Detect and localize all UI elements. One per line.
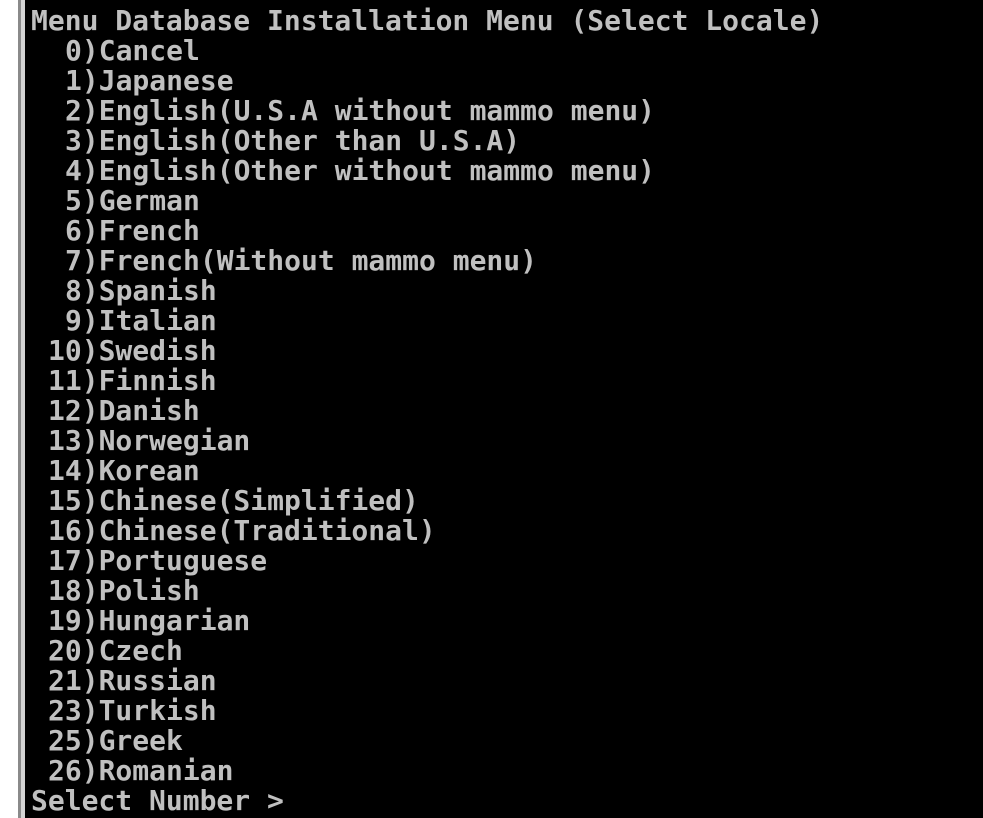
menu-option-18: 18)Polish xyxy=(48,574,200,607)
menu-option-20: 20)Czech xyxy=(48,634,183,667)
menu-title: Menu Database Installation Menu (Select … xyxy=(31,4,824,37)
menu-option-3: 3)English(Other than U.S.A) xyxy=(65,124,521,157)
menu-option-23: 23)Turkish xyxy=(48,694,217,727)
menu-option-6: 6)French xyxy=(65,214,200,247)
input-prompt-row[interactable]: Select Number > xyxy=(31,786,983,816)
menu-option-19: 19)Hungarian xyxy=(48,604,251,637)
window-left-border xyxy=(0,0,28,818)
select-number-prompt: Select Number > xyxy=(31,784,284,817)
menu-option-7: 7)French(Without mammo menu) xyxy=(65,244,538,277)
menu-option-10: 10)Swedish xyxy=(48,334,217,367)
menu-option-14: 14)Korean xyxy=(48,454,200,487)
console-window: Menu Database Installation Menu (Select … xyxy=(0,0,983,818)
menu-option-13: 13)Norwegian xyxy=(48,424,251,457)
menu-option-5: 5)German xyxy=(65,184,200,217)
menu-option-21: 21)Russian xyxy=(48,664,217,697)
menu-option-16: 16)Chinese(Traditional) xyxy=(48,514,436,547)
menu-option-26: 26)Romanian xyxy=(48,754,234,787)
menu-option-0: 0)Cancel xyxy=(65,34,200,67)
menu-option-11: 11)Finnish xyxy=(48,364,217,397)
menu-option-17: 17)Portuguese xyxy=(48,544,268,577)
console-input-field[interactable] xyxy=(284,788,304,814)
console-output: Menu Database Installation Menu (Select … xyxy=(28,0,983,818)
menu-option-15: 15)Chinese(Simplified) xyxy=(48,484,419,517)
menu-option-8: 8)Spanish xyxy=(65,274,217,307)
menu-option-25: 25)Greek xyxy=(48,724,183,757)
menu-option-4: 4)English(Other without mammo menu) xyxy=(65,154,656,187)
menu-option-9: 9)Italian xyxy=(65,304,217,337)
menu-option-12: 12)Danish xyxy=(48,394,200,427)
menu-option-1: 1)Japanese xyxy=(65,64,234,97)
menu-option-2: 2)English(U.S.A without mammo menu) xyxy=(65,94,656,127)
